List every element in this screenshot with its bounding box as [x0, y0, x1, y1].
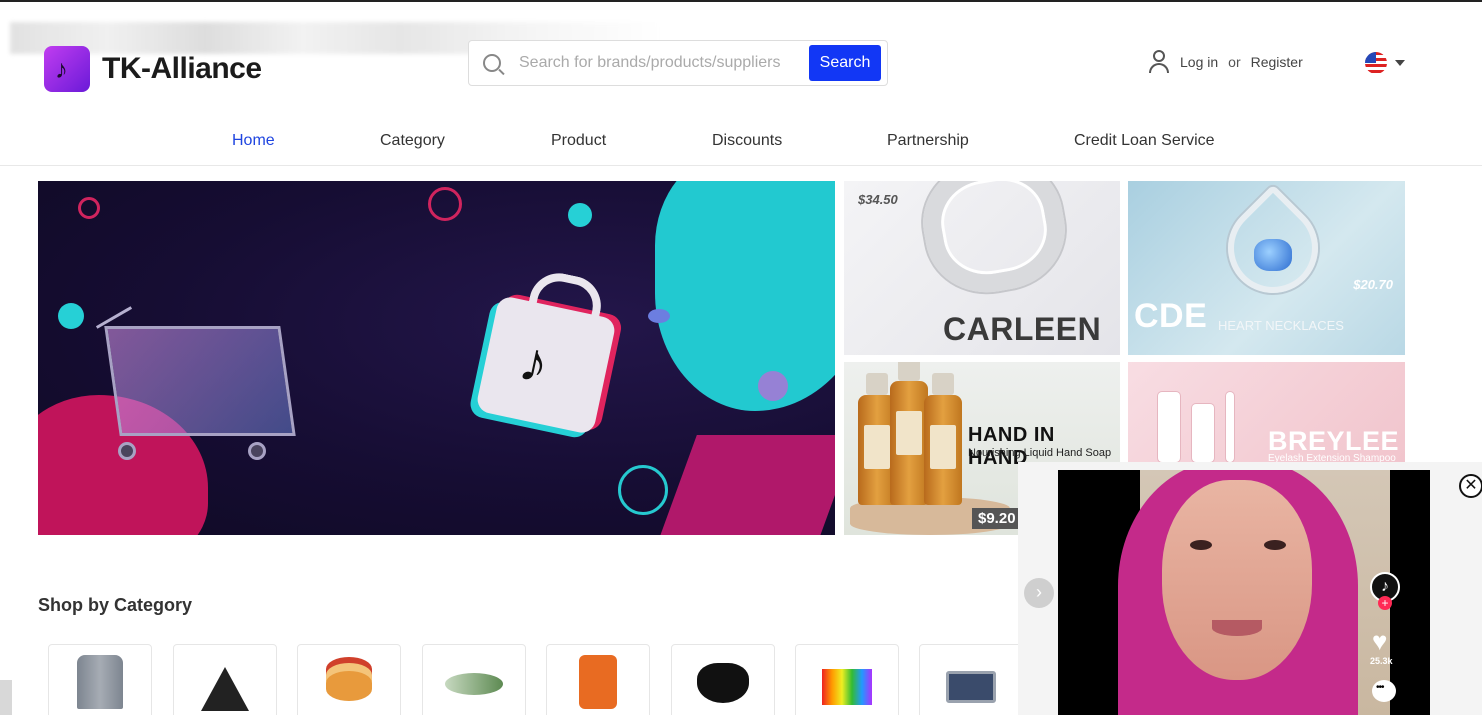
promo-price: $20.70	[1353, 277, 1393, 292]
dot-decoration	[58, 303, 84, 329]
promo-subtitle: Nourishing Liquid Hand Soap	[968, 447, 1112, 459]
user-icon[interactable]	[1148, 50, 1170, 74]
category-card[interactable]	[173, 644, 277, 715]
ring-decoration	[78, 197, 100, 219]
video-person-face	[1162, 480, 1312, 680]
video-person-eye	[1264, 540, 1286, 550]
promo-cde[interactable]: $20.70 CDE HEART NECKLACES	[1128, 181, 1405, 355]
language-selector[interactable]	[1365, 52, 1405, 74]
cake-icon	[326, 671, 372, 701]
video-player[interactable]: ♪ + ♥ 25.3k	[1058, 470, 1430, 715]
nav-home[interactable]: Home	[232, 132, 275, 150]
section-title: Shop by Category	[38, 595, 193, 615]
main-nav: Home Category Product Discounts Partners…	[0, 118, 1482, 166]
shopping-cart-icon	[95, 306, 298, 466]
promo-breylee[interactable]: BREYLEE Eyelash Extension Shampoo	[1128, 362, 1405, 472]
tiktok-logo-icon: ♪	[44, 46, 90, 92]
soap-bottle-image	[890, 362, 928, 505]
promo-carleen[interactable]: $34.50 CARLEEN	[844, 181, 1120, 355]
account-links: Log in or Register	[1148, 50, 1303, 74]
category-card[interactable]	[422, 644, 526, 715]
logo-text: TK-Alliance	[102, 52, 262, 85]
register-link[interactable]: Register	[1251, 54, 1303, 70]
heart-icon[interactable]: ♥	[1372, 626, 1387, 657]
nav-partnership[interactable]: Partnership	[887, 132, 969, 150]
laptop-icon	[946, 671, 996, 703]
promo-subtitle: HEART NECKLACES	[1218, 318, 1344, 333]
gem-image	[1254, 239, 1292, 271]
ring-decoration	[618, 465, 668, 515]
top-border	[0, 0, 1482, 2]
us-flag-icon	[1365, 52, 1387, 74]
colored-pencils-icon	[822, 669, 872, 705]
fishing-lure-icon	[445, 673, 503, 695]
login-link[interactable]: Log in	[1180, 54, 1218, 70]
category-card[interactable]	[671, 644, 775, 715]
earring-image	[913, 181, 1075, 303]
search-input[interactable]	[519, 54, 809, 72]
search-button[interactable]: Search	[809, 45, 881, 81]
hero-banner[interactable]: ♪	[38, 181, 835, 535]
face-mask-icon	[697, 663, 749, 703]
category-card[interactable]	[795, 644, 899, 715]
site-logo[interactable]: ♪ TK-Alliance	[44, 45, 262, 93]
dress-icon	[201, 667, 249, 711]
cyan-splash	[655, 181, 835, 411]
nav-credit-loan-service[interactable]: Credit Loan Service	[1074, 132, 1215, 150]
video-person-eye	[1190, 540, 1212, 550]
ring-decoration	[428, 187, 462, 221]
like-count: 25.3k	[1370, 656, 1393, 666]
shampoo-bottle-image	[1158, 392, 1180, 462]
search-bar: Search	[468, 40, 888, 86]
follow-plus-icon[interactable]: +	[1378, 596, 1392, 610]
tiktok-shopping-bag-icon: ♪	[475, 294, 617, 436]
chevron-down-icon	[1395, 60, 1405, 66]
promo-brand: CARLEEN	[943, 311, 1102, 347]
suit-icon	[77, 655, 123, 709]
phone-icon	[579, 655, 617, 709]
comment-icon[interactable]	[1372, 680, 1396, 702]
search-icon	[483, 54, 501, 72]
close-icon[interactable]: ✕	[1459, 474, 1482, 498]
balloon-decoration	[758, 371, 788, 401]
shampoo-bottle-image	[1192, 404, 1214, 462]
video-popup: › ♪ + ♥ 25.3k ✕	[1018, 462, 1482, 715]
category-card[interactable]	[546, 644, 650, 715]
login-register-separator: or	[1228, 54, 1241, 70]
category-card[interactable]	[297, 644, 401, 715]
video-person-mouth	[1212, 620, 1262, 636]
nav-product[interactable]: Product	[551, 132, 606, 150]
dot-decoration	[568, 203, 592, 227]
category-card[interactable]	[48, 644, 152, 715]
page-edge-artifact	[0, 680, 12, 715]
dot-decoration	[648, 309, 670, 323]
soap-bottle-image	[924, 373, 962, 505]
previous-arrow-icon[interactable]: ›	[1024, 578, 1054, 608]
pink-stripe	[653, 435, 835, 535]
promo-brand: CDE	[1134, 297, 1208, 335]
category-card[interactable]	[919, 644, 1023, 715]
brush-image	[1226, 392, 1234, 462]
nav-category[interactable]: Category	[380, 132, 445, 150]
promo-price: $34.50	[858, 192, 898, 207]
promo-price: $9.20	[972, 508, 1022, 529]
nav-discounts[interactable]: Discounts	[712, 132, 782, 150]
